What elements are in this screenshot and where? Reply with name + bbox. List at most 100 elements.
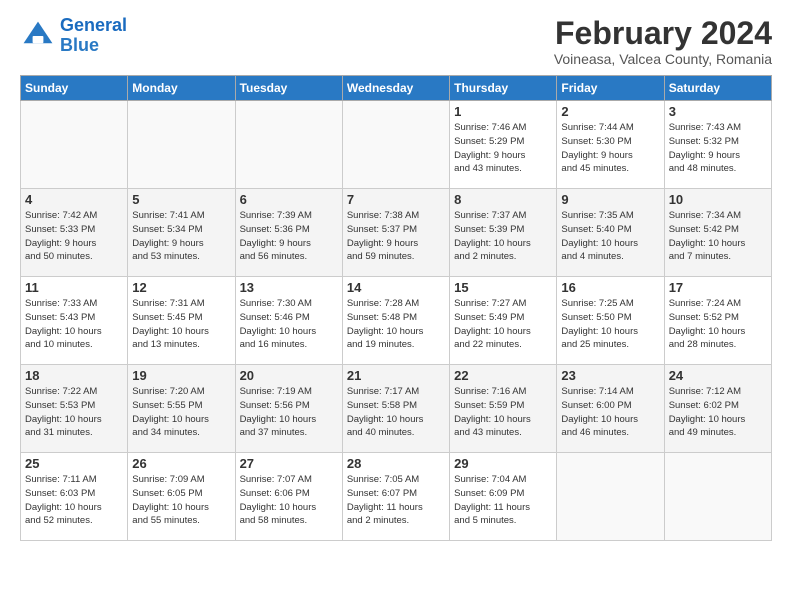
- logo-general: General: [60, 15, 127, 35]
- day-number: 2: [561, 104, 659, 119]
- day-info: Sunrise: 7:41 AM Sunset: 5:34 PM Dayligh…: [132, 209, 230, 264]
- day-info: Sunrise: 7:43 AM Sunset: 5:32 PM Dayligh…: [669, 121, 767, 176]
- day-info: Sunrise: 7:42 AM Sunset: 5:33 PM Dayligh…: [25, 209, 123, 264]
- subtitle: Voineasa, Valcea County, Romania: [554, 51, 772, 67]
- day-number: 4: [25, 192, 123, 207]
- calendar-cell: 24 Sunrise: 7:12 AM Sunset: 6:02 PM Dayli…: [664, 365, 771, 453]
- day-number: 13: [240, 280, 338, 295]
- calendar-cell: 28 Sunrise: 7:05 AM Sunset: 6:07 PM Dayli…: [342, 453, 449, 541]
- calendar-cell: 3 Sunrise: 7:43 AM Sunset: 5:32 PM Daylig…: [664, 101, 771, 189]
- calendar-week-4: 18Sunrise: 7:22 AM Sunset: 5:53 PM Dayli…: [21, 365, 772, 453]
- calendar-cell: 5 Sunrise: 7:41 AM Sunset: 5:34 PM Daylig…: [128, 189, 235, 277]
- day-header-monday: Monday: [128, 76, 235, 101]
- day-number: 15: [454, 280, 552, 295]
- calendar-week-3: 11 Sunrise: 7:33 AM Sunset: 5:43 PM Dayli…: [21, 277, 772, 365]
- calendar-cell: 15 Sunrise: 7:27 AM Sunset: 5:49 PM Dayli…: [450, 277, 557, 365]
- day-number: 24: [669, 368, 767, 383]
- calendar-cell: 25 Sunrise: 7:11 AM Sunset: 6:03 PM Dayli…: [21, 453, 128, 541]
- calendar-cell: 9 Sunrise: 7:35 AM Sunset: 5:40 PM Daylig…: [557, 189, 664, 277]
- day-info: Sunrise: 7:19 AM Sunset: 5:56 PM Dayligh…: [240, 385, 338, 440]
- logo-text: General Blue: [60, 16, 127, 56]
- calendar-cell: 2 Sunrise: 7:44 AM Sunset: 5:30 PM Daylig…: [557, 101, 664, 189]
- day-info: Sunrise: 7:04 AM Sunset: 6:09 PM Dayligh…: [454, 473, 552, 528]
- day-number: 1: [454, 104, 552, 119]
- calendar-cell: 17 Sunrise: 7:24 AM Sunset: 5:52 PM Dayli…: [664, 277, 771, 365]
- day-info: Sunrise: 7:37 AM Sunset: 5:39 PM Dayligh…: [454, 209, 552, 264]
- day-info: Sunrise: 7:25 AM Sunset: 5:50 PM Dayligh…: [561, 297, 659, 352]
- day-info: Sunrise: 7:24 AM Sunset: 5:52 PM Dayligh…: [669, 297, 767, 352]
- day-info: Sunrise: 7:17 AM Sunset: 5:58 PM Dayligh…: [347, 385, 445, 440]
- day-header-wednesday: Wednesday: [342, 76, 449, 101]
- calendar-cell: 21Sunrise: 7:17 AM Sunset: 5:58 PM Dayli…: [342, 365, 449, 453]
- day-number: 8: [454, 192, 552, 207]
- calendar-cell: 18Sunrise: 7:22 AM Sunset: 5:53 PM Dayli…: [21, 365, 128, 453]
- day-info: Sunrise: 7:38 AM Sunset: 5:37 PM Dayligh…: [347, 209, 445, 264]
- calendar-cell: 11 Sunrise: 7:33 AM Sunset: 5:43 PM Dayli…: [21, 277, 128, 365]
- day-number: 27: [240, 456, 338, 471]
- calendar-week-1: 1Sunrise: 7:46 AM Sunset: 5:29 PM Daylig…: [21, 101, 772, 189]
- day-info: Sunrise: 7:31 AM Sunset: 5:45 PM Dayligh…: [132, 297, 230, 352]
- day-info: Sunrise: 7:35 AM Sunset: 5:40 PM Dayligh…: [561, 209, 659, 264]
- logo-blue: Blue: [60, 36, 127, 56]
- calendar-cell: 10Sunrise: 7:34 AM Sunset: 5:42 PM Dayli…: [664, 189, 771, 277]
- calendar-cell: 13 Sunrise: 7:30 AM Sunset: 5:46 PM Dayli…: [235, 277, 342, 365]
- calendar-cell: 7 Sunrise: 7:38 AM Sunset: 5:37 PM Daylig…: [342, 189, 449, 277]
- day-number: 22: [454, 368, 552, 383]
- day-info: Sunrise: 7:27 AM Sunset: 5:49 PM Dayligh…: [454, 297, 552, 352]
- day-info: Sunrise: 7:39 AM Sunset: 5:36 PM Dayligh…: [240, 209, 338, 264]
- day-number: 29: [454, 456, 552, 471]
- day-info: Sunrise: 7:44 AM Sunset: 5:30 PM Dayligh…: [561, 121, 659, 176]
- calendar-header-row: SundayMondayTuesdayWednesdayThursdayFrid…: [21, 76, 772, 101]
- day-number: 19: [132, 368, 230, 383]
- day-number: 3: [669, 104, 767, 119]
- day-number: 12: [132, 280, 230, 295]
- day-number: 18: [25, 368, 123, 383]
- day-number: 20: [240, 368, 338, 383]
- day-number: 25: [25, 456, 123, 471]
- calendar-cell: 23Sunrise: 7:14 AM Sunset: 6:00 PM Dayli…: [557, 365, 664, 453]
- day-header-tuesday: Tuesday: [235, 76, 342, 101]
- day-header-friday: Friday: [557, 76, 664, 101]
- day-number: 7: [347, 192, 445, 207]
- calendar-cell: [664, 453, 771, 541]
- calendar-cell: 1Sunrise: 7:46 AM Sunset: 5:29 PM Daylig…: [450, 101, 557, 189]
- calendar-cell: 22Sunrise: 7:16 AM Sunset: 5:59 PM Dayli…: [450, 365, 557, 453]
- calendar-cell: [235, 101, 342, 189]
- calendar-cell: 19 Sunrise: 7:20 AM Sunset: 5:55 PM Dayli…: [128, 365, 235, 453]
- day-header-sunday: Sunday: [21, 76, 128, 101]
- calendar-cell: 12 Sunrise: 7:31 AM Sunset: 5:45 PM Dayli…: [128, 277, 235, 365]
- day-info: Sunrise: 7:14 AM Sunset: 6:00 PM Dayligh…: [561, 385, 659, 440]
- logo-icon: [20, 18, 56, 54]
- calendar-cell: 26Sunrise: 7:09 AM Sunset: 6:05 PM Dayli…: [128, 453, 235, 541]
- day-info: Sunrise: 7:07 AM Sunset: 6:06 PM Dayligh…: [240, 473, 338, 528]
- day-number: 14: [347, 280, 445, 295]
- calendar-cell: 8 Sunrise: 7:37 AM Sunset: 5:39 PM Daylig…: [450, 189, 557, 277]
- calendar-cell: 6Sunrise: 7:39 AM Sunset: 5:36 PM Daylig…: [235, 189, 342, 277]
- day-number: 11: [25, 280, 123, 295]
- day-number: 5: [132, 192, 230, 207]
- main-title: February 2024: [554, 16, 772, 51]
- calendar-cell: 27 Sunrise: 7:07 AM Sunset: 6:06 PM Dayli…: [235, 453, 342, 541]
- calendar-cell: 16Sunrise: 7:25 AM Sunset: 5:50 PM Dayli…: [557, 277, 664, 365]
- day-header-thursday: Thursday: [450, 76, 557, 101]
- calendar-cell: [21, 101, 128, 189]
- day-info: Sunrise: 7:34 AM Sunset: 5:42 PM Dayligh…: [669, 209, 767, 264]
- day-info: Sunrise: 7:33 AM Sunset: 5:43 PM Dayligh…: [25, 297, 123, 352]
- day-info: Sunrise: 7:30 AM Sunset: 5:46 PM Dayligh…: [240, 297, 338, 352]
- logo: General Blue: [20, 16, 127, 56]
- day-info: Sunrise: 7:12 AM Sunset: 6:02 PM Dayligh…: [669, 385, 767, 440]
- day-number: 9: [561, 192, 659, 207]
- calendar-cell: 14 Sunrise: 7:28 AM Sunset: 5:48 PM Dayli…: [342, 277, 449, 365]
- page: General Blue February 2024 Voineasa, Val…: [0, 0, 792, 612]
- title-block: February 2024 Voineasa, Valcea County, R…: [554, 16, 772, 67]
- day-number: 17: [669, 280, 767, 295]
- day-info: Sunrise: 7:20 AM Sunset: 5:55 PM Dayligh…: [132, 385, 230, 440]
- calendar-cell: 20 Sunrise: 7:19 AM Sunset: 5:56 PM Dayli…: [235, 365, 342, 453]
- day-info: Sunrise: 7:28 AM Sunset: 5:48 PM Dayligh…: [347, 297, 445, 352]
- day-info: Sunrise: 7:11 AM Sunset: 6:03 PM Dayligh…: [25, 473, 123, 528]
- day-number: 28: [347, 456, 445, 471]
- day-number: 26: [132, 456, 230, 471]
- calendar-week-5: 25 Sunrise: 7:11 AM Sunset: 6:03 PM Dayli…: [21, 453, 772, 541]
- day-info: Sunrise: 7:05 AM Sunset: 6:07 PM Dayligh…: [347, 473, 445, 528]
- day-header-saturday: Saturday: [664, 76, 771, 101]
